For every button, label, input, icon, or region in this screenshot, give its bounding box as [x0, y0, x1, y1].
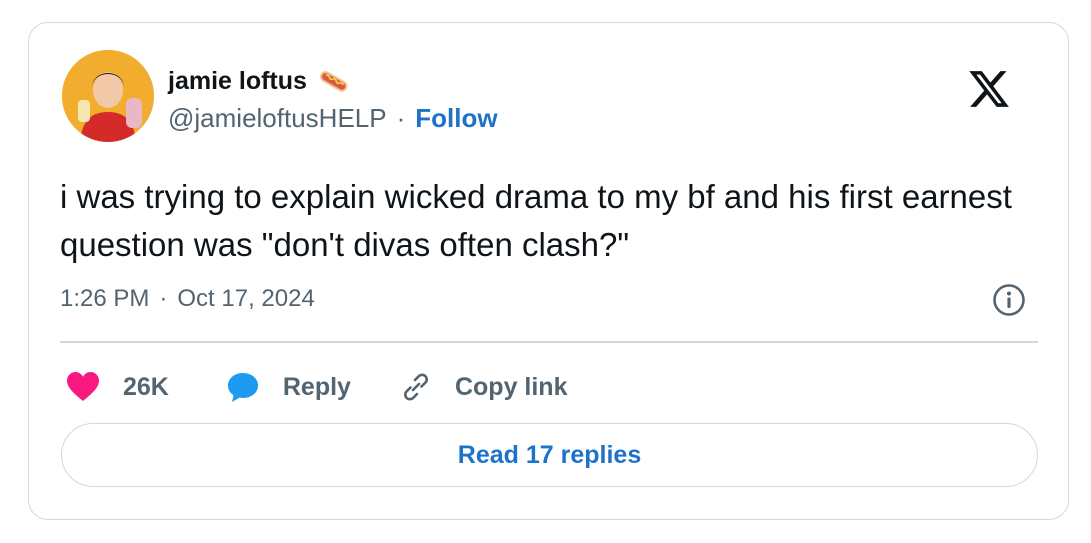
- reply-button[interactable]: Reply: [225, 370, 351, 404]
- author-display-name[interactable]: jamie loftus: [168, 67, 307, 96]
- heart-icon: [67, 372, 99, 401]
- copy-link-button[interactable]: Copy link: [399, 370, 568, 404]
- author-name-row: jamie loftus: [168, 63, 351, 99]
- tweet-text: i was trying to explain wicked drama to …: [60, 178, 1012, 263]
- reply-label: Reply: [282, 372, 351, 401]
- tweet-timestamp[interactable]: 1:26 PM · Oct 17, 2024: [60, 285, 315, 313]
- separator-dot: ·: [159, 285, 168, 312]
- author-handle-row: @jamieloftusHELP · Follow: [168, 103, 498, 134]
- read-replies-button[interactable]: Read 17 replies: [61, 423, 1038, 487]
- author-handle[interactable]: @jamieloftusHELP: [168, 103, 387, 134]
- divider: [60, 341, 1038, 343]
- tweet-time[interactable]: 1:26 PM: [60, 285, 149, 313]
- copy-link-label: Copy link: [454, 372, 568, 401]
- tweet-date[interactable]: Oct 17, 2024: [177, 285, 314, 313]
- like-count: 26K: [123, 372, 169, 401]
- action-bar: 26K Reply Copy link: [65, 367, 567, 407]
- follow-button[interactable]: Follow: [415, 103, 497, 134]
- hotdog-icon: [319, 71, 348, 92]
- reply-bubble-icon: [227, 373, 258, 402]
- x-logo-icon[interactable]: [966, 67, 1012, 111]
- link-icon: [403, 373, 428, 401]
- tweet-card: jamie loftus @jamieloftusHELP · Follow i…: [28, 22, 1069, 520]
- info-icon[interactable]: [992, 283, 1026, 317]
- avatar[interactable]: [62, 50, 154, 142]
- separator-dot: ·: [396, 103, 406, 133]
- like-button[interactable]: 26K: [65, 370, 169, 404]
